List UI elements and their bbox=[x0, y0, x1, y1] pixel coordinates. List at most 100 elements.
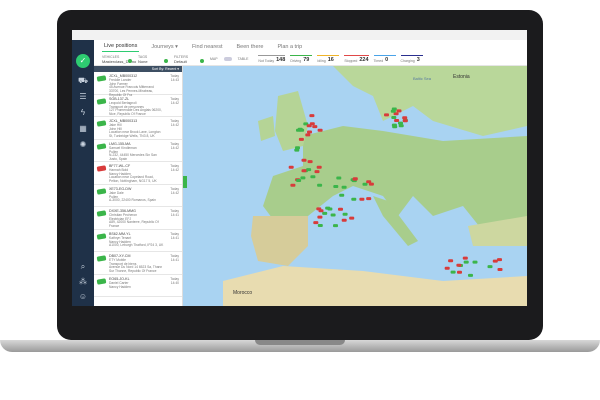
schedule-icon[interactable]: ▦ bbox=[77, 124, 89, 134]
vehicle-list-item[interactable]: DXXE-356-MMG Christian Pecheron Electricia… bbox=[94, 207, 182, 230]
filters-filter[interactable]: FILTERS Default bbox=[174, 55, 204, 64]
vehicle-marker[interactable] bbox=[352, 177, 358, 181]
vehicle-list-item[interactable]: LMG-155-MA Samuel Kindleman Pullen N-232, 4… bbox=[94, 140, 182, 162]
vehicle-marker[interactable] bbox=[333, 224, 338, 228]
vehicle-list-item[interactable]: JCXL_MB000312 Freddie Lander John Farmer 45… bbox=[94, 72, 182, 97]
vehicle-marker[interactable] bbox=[390, 109, 396, 113]
vehicle-list-item[interactable]: DB07-XY-CM ETY Mobile Transport de biens Av… bbox=[94, 252, 182, 275]
vehicle-marker[interactable] bbox=[288, 165, 294, 169]
vehicle-marker[interactable] bbox=[391, 116, 397, 119]
tab-been-there[interactable]: Been there bbox=[235, 42, 266, 52]
vehicles-filter[interactable]: VEHICLES Masterclass_Demo bbox=[102, 55, 136, 64]
vehicle-marker[interactable] bbox=[497, 268, 503, 271]
vehicle-marker[interactable] bbox=[394, 119, 400, 122]
collapse-panel-handle[interactable] bbox=[183, 176, 187, 188]
vehicle-marker[interactable] bbox=[300, 176, 306, 180]
vehicle-marker[interactable] bbox=[396, 109, 402, 113]
vehicle-marker[interactable] bbox=[313, 221, 319, 225]
vehicle-marker[interactable] bbox=[462, 256, 468, 260]
vehicle-marker[interactable] bbox=[314, 170, 320, 174]
vehicle-marker[interactable] bbox=[339, 193, 345, 197]
vehicle-marker[interactable] bbox=[317, 183, 323, 187]
map-toggle-label[interactable]: MAP bbox=[210, 57, 218, 61]
vehicle-marker[interactable] bbox=[341, 218, 347, 222]
tab-live-positions[interactable]: Live positions bbox=[102, 41, 140, 52]
vehicle-marker[interactable] bbox=[309, 114, 315, 118]
vehicle-list-item[interactable]: EO65-JO-KL Daniel Carter Nancy Hadden Today… bbox=[94, 275, 182, 297]
vehicle-marker[interactable] bbox=[402, 116, 408, 120]
users-icon[interactable]: ☺ bbox=[77, 292, 89, 302]
table-toggle-label[interactable]: TABLE bbox=[238, 57, 249, 61]
vehicle-marker[interactable] bbox=[391, 123, 397, 127]
vehicle-list-item[interactable]: JCXL_MB000313 Jake Hill John Hill Location … bbox=[94, 117, 182, 140]
vehicle-marker[interactable] bbox=[317, 224, 323, 227]
vehicle-marker[interactable] bbox=[336, 176, 342, 180]
vehicle-marker[interactable] bbox=[402, 119, 408, 123]
vehicle-marker[interactable] bbox=[463, 260, 469, 264]
stat-4[interactable]: Timed 0 bbox=[373, 55, 396, 63]
vehicle-marker[interactable] bbox=[307, 160, 313, 164]
vehicle-marker[interactable] bbox=[341, 185, 347, 189]
vehicle-marker[interactable] bbox=[325, 206, 331, 210]
vehicles-icon[interactable]: ⛟ bbox=[77, 76, 89, 86]
stat-1[interactable]: Driving 79 bbox=[290, 55, 313, 63]
tab-journeys[interactable]: Journeys ▾ bbox=[149, 42, 180, 52]
vehicle-marker[interactable] bbox=[398, 121, 403, 125]
view-toggle[interactable] bbox=[223, 57, 232, 61]
vehicle-marker[interactable] bbox=[362, 182, 368, 186]
vehicle-marker[interactable] bbox=[322, 211, 328, 215]
vehicle-marker[interactable] bbox=[297, 127, 303, 131]
vehicle-marker[interactable] bbox=[298, 137, 304, 141]
vehicle-marker[interactable] bbox=[330, 213, 336, 217]
tab-find-nearest[interactable]: Find nearest bbox=[190, 42, 225, 52]
reports-icon[interactable]: ☰ bbox=[77, 92, 89, 102]
logo-icon[interactable]: ✓ bbox=[76, 54, 90, 68]
vehicle-marker[interactable] bbox=[398, 124, 404, 128]
vehicle-marker[interactable] bbox=[342, 212, 348, 216]
vehicle-marker[interactable] bbox=[456, 263, 462, 267]
vehicle-marker[interactable] bbox=[312, 125, 318, 129]
vehicle-marker[interactable] bbox=[317, 128, 323, 132]
vehicle-marker[interactable] bbox=[487, 265, 493, 269]
vehicle-marker[interactable] bbox=[450, 270, 456, 274]
vehicle-marker[interactable] bbox=[444, 266, 450, 270]
tab-plan-trip[interactable]: Plan a trip bbox=[275, 42, 304, 52]
stat-2[interactable]: Idling 16 bbox=[317, 55, 340, 63]
stat-3[interactable]: Stopped 224 bbox=[344, 55, 369, 63]
vehicle-marker[interactable] bbox=[290, 183, 296, 187]
vehicle-marker[interactable] bbox=[393, 112, 399, 116]
vehicle-marker[interactable] bbox=[472, 260, 478, 264]
vehicle-list-item[interactable]: BF77-WL-CF Hannah Bold Nancy Hadden Locatio… bbox=[94, 162, 182, 185]
vehicle-marker[interactable] bbox=[305, 133, 311, 137]
tags-filter[interactable]: TAGS None bbox=[138, 55, 168, 64]
vehicle-marker[interactable] bbox=[359, 197, 365, 201]
stat-5[interactable]: Charging 3 bbox=[400, 55, 423, 63]
vehicle-marker[interactable] bbox=[317, 215, 323, 219]
vehicle-marker[interactable] bbox=[294, 148, 300, 152]
vehicle-marker[interactable] bbox=[301, 158, 307, 162]
stat-0[interactable]: Not Today 148 bbox=[258, 55, 286, 63]
vehicle-list-item[interactable]: XE73-EG-DW Jake Dale Pullen A-3000, 22400 R… bbox=[94, 185, 182, 207]
vehicle-marker[interactable] bbox=[497, 258, 502, 262]
vehicle-list-item[interactable]: SGB-137-ZL Leopold Bertagnoli Transport de… bbox=[94, 95, 182, 117]
energy-icon[interactable]: ϟ bbox=[77, 108, 89, 118]
search-icon[interactable]: ⌕ bbox=[77, 262, 89, 272]
settings-icon[interactable]: ✺ bbox=[77, 140, 89, 150]
vehicle-marker[interactable] bbox=[384, 113, 389, 117]
vehicle-marker[interactable] bbox=[306, 124, 312, 128]
vehicle-marker[interactable] bbox=[468, 273, 473, 277]
europe-map[interactable]: Estonia Baltic Sea Morocco bbox=[183, 66, 527, 306]
vehicle-marker[interactable] bbox=[316, 207, 322, 211]
network-icon[interactable]: ⁂ bbox=[77, 277, 89, 287]
vehicle-marker[interactable] bbox=[457, 270, 462, 274]
vehicle-marker[interactable] bbox=[366, 180, 372, 184]
vehicle-list-item[interactable]: BS62-MM-YL Kathryn Tenant Nancy Hadden A100… bbox=[94, 230, 182, 252]
vehicle-marker[interactable] bbox=[366, 197, 372, 201]
vehicle-marker[interactable] bbox=[301, 169, 307, 173]
map-view[interactable]: Estonia Baltic Sea Morocco bbox=[183, 66, 527, 306]
vehicle-marker[interactable] bbox=[307, 130, 312, 134]
vehicle-marker[interactable] bbox=[338, 207, 343, 211]
vehicle-marker[interactable] bbox=[296, 179, 302, 182]
vehicle-marker[interactable] bbox=[310, 175, 316, 179]
vehicle-marker[interactable] bbox=[333, 185, 339, 188]
